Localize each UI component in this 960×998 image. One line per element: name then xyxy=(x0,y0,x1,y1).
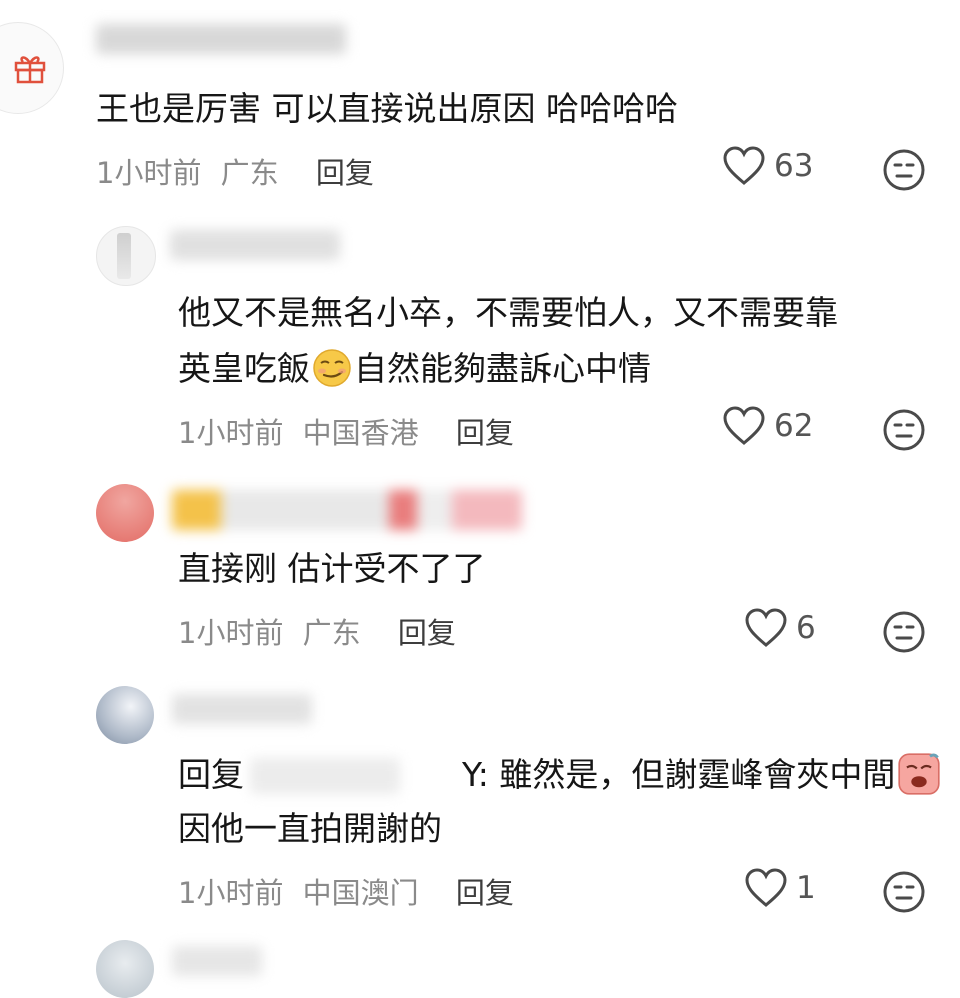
dislike-face-icon[interactable] xyxy=(882,610,926,654)
like-count: 1 xyxy=(796,870,816,906)
comment-meta: 1小时前 广东 回复 xyxy=(178,610,456,652)
comment-text-segment: 英皇吃飯 xyxy=(178,349,310,388)
comment-location: 中国澳门 xyxy=(302,876,419,910)
comment-text-line2: 英皇吃飯 自然能夠盡訴心中情 xyxy=(178,344,651,394)
avatar[interactable] xyxy=(96,484,154,542)
like-button[interactable]: 6 xyxy=(744,608,816,648)
comment-time: 1小时前 xyxy=(178,416,284,450)
comment-text-segment: 自然能夠盡訴心中情 xyxy=(354,349,651,388)
comment-meta: 1小时前 广东 回复 xyxy=(96,150,374,192)
heart-outline-icon xyxy=(745,608,787,647)
reply-button[interactable]: 回复 xyxy=(456,876,514,910)
comment-time: 1小时前 xyxy=(178,616,284,650)
comment-text-line2: 因他一直拍開謝的 xyxy=(178,809,442,848)
comment-text: 直接刚 估计受不了了 xyxy=(178,549,486,588)
comment-meta: 1小时前 中国澳门 回复 xyxy=(178,870,514,912)
like-button[interactable]: 62 xyxy=(722,406,813,446)
like-count: 63 xyxy=(774,148,814,184)
reply-prefix: 回复 xyxy=(178,755,244,794)
avatar[interactable] xyxy=(96,226,156,286)
avatar[interactable] xyxy=(96,940,154,998)
reply-button[interactable]: 回复 xyxy=(456,416,514,450)
heart-outline-icon xyxy=(723,406,765,445)
comment-time: 1小时前 xyxy=(178,876,284,910)
username-blurred[interactable] xyxy=(172,694,312,724)
comment-time: 1小时前 xyxy=(96,156,202,190)
like-count: 62 xyxy=(774,408,814,444)
reply-button[interactable]: 回复 xyxy=(398,616,456,650)
comment-text: 王也是厉害 可以直接说出原因 哈哈哈哈 xyxy=(96,89,678,128)
comment-location: 广东 xyxy=(220,156,279,190)
crying-emoji xyxy=(898,753,941,795)
username-blurred[interactable] xyxy=(170,230,340,260)
username-blurred[interactable] xyxy=(172,490,522,530)
like-count: 6 xyxy=(796,610,816,646)
username-blurred[interactable] xyxy=(172,946,262,976)
dislike-face-icon[interactable] xyxy=(882,148,926,192)
gift-icon xyxy=(14,56,46,84)
username-blurred[interactable] xyxy=(96,24,346,54)
gift-avatar[interactable] xyxy=(0,22,64,114)
like-button[interactable]: 1 xyxy=(744,868,816,908)
heart-outline-icon xyxy=(745,868,787,907)
reply-button[interactable]: 回复 xyxy=(316,156,374,190)
comment-text: 回复 Y: 雖然是，但謝霆峰會夾中間 xyxy=(178,750,943,800)
smirk-emoji xyxy=(313,349,351,387)
dislike-face-icon[interactable] xyxy=(882,870,926,914)
comment-location: 中国香港 xyxy=(302,416,419,450)
avatar[interactable] xyxy=(96,686,154,744)
heart-outline-icon xyxy=(723,146,765,185)
comment-text: 他又不是無名小卒，不需要怕人，又不需要靠 xyxy=(178,293,838,332)
comment-location: 广东 xyxy=(302,616,361,650)
like-button[interactable]: 63 xyxy=(722,146,813,186)
dislike-face-icon[interactable] xyxy=(882,408,926,452)
comment-meta: 1小时前 中国香港 回复 xyxy=(178,410,514,452)
comment-text-segment: Y: 雖然是，但謝霆峰會夾中間 xyxy=(462,755,896,794)
